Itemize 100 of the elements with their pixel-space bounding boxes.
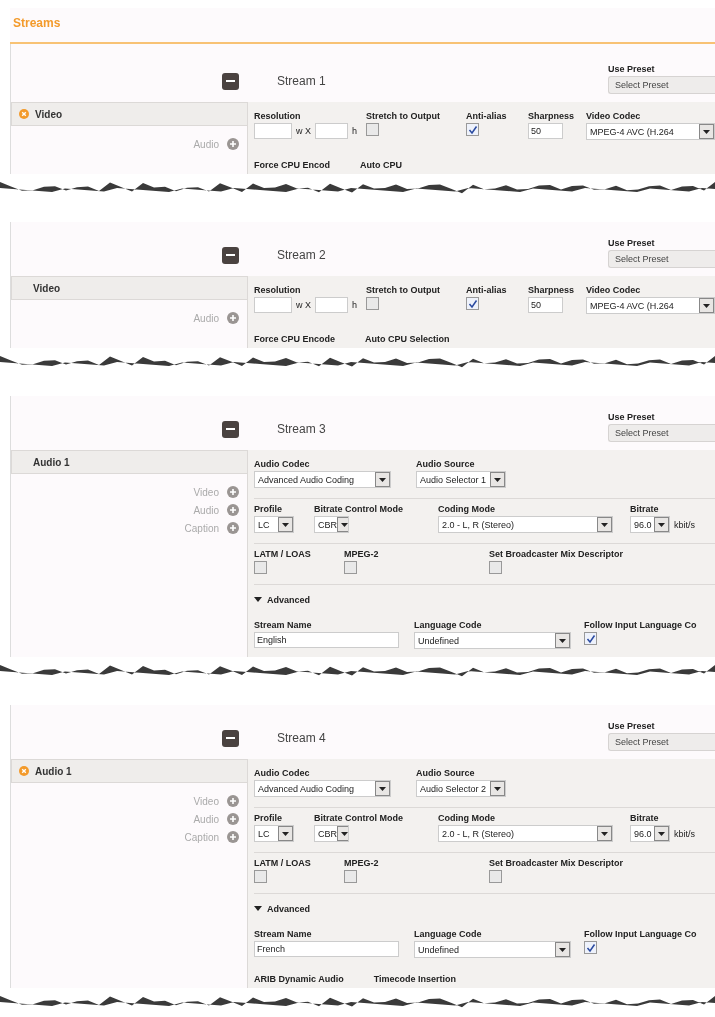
field-label: Sharpness: [528, 285, 576, 295]
stream-tab[interactable]: Audio 1: [11, 759, 247, 783]
dropdown[interactable]: Audio Selector 2: [416, 780, 506, 797]
field-label: MPEG-2: [344, 549, 380, 559]
field-label: Audio Codec: [254, 459, 311, 469]
stream-tab[interactable]: Audio 1: [11, 450, 247, 474]
dropdown[interactable]: CBR: [314, 516, 349, 533]
collapse-button[interactable]: [222, 421, 239, 438]
field-label: Bitrate: [630, 504, 660, 514]
stream-tab[interactable]: Video: [11, 276, 247, 300]
stream-tab[interactable]: Video: [11, 102, 247, 126]
checkbox[interactable]: [466, 123, 479, 136]
field-label: LATM / LOAS: [254, 858, 312, 868]
add-icon[interactable]: [227, 522, 239, 534]
checkbox[interactable]: [489, 870, 502, 883]
caret-down-icon[interactable]: [254, 597, 262, 603]
unit-label: h: [352, 126, 358, 136]
field-label: MPEG-2: [344, 858, 380, 868]
width-input[interactable]: [254, 123, 292, 139]
height-input[interactable]: [315, 297, 348, 313]
field-label: Set Broadcaster Mix Descriptor: [489, 549, 625, 559]
checkbox[interactable]: [344, 870, 357, 883]
unit-label: w X: [296, 300, 311, 310]
checkbox[interactable]: [344, 561, 357, 574]
field-label: Profile: [254, 813, 283, 823]
minus-icon: [226, 428, 235, 431]
dropdown[interactable]: 2.0 - L, R (Stereo): [438, 825, 613, 842]
field-label: Auto CPU: [360, 160, 402, 170]
dropdown[interactable]: 96.0: [630, 516, 670, 533]
field-label: Resolution: [254, 285, 302, 295]
add-icon[interactable]: [227, 813, 239, 825]
dropdown-arrow-icon[interactable]: [337, 517, 348, 532]
dropdown[interactable]: Advanced Audio Coding: [254, 471, 391, 488]
text-field[interactable]: English: [254, 632, 399, 648]
add-icon[interactable]: [227, 138, 239, 150]
section-toggle[interactable]: Advanced: [267, 595, 310, 605]
text-field[interactable]: 50: [528, 297, 563, 313]
field-label: Bitrate Control Mode: [314, 504, 404, 514]
field-label: Follow Input Language Co: [584, 929, 698, 939]
dropdown[interactable]: CBR: [314, 825, 349, 842]
height-input[interactable]: [315, 123, 348, 139]
checkbox[interactable]: [466, 297, 479, 310]
checkbox[interactable]: [489, 561, 502, 574]
dropdown[interactable]: Advanced Audio Coding: [254, 780, 391, 797]
field-label: Timecode Insertion: [373, 974, 457, 984]
dropdown[interactable]: Undefined: [414, 941, 571, 958]
dropdown-arrow-icon[interactable]: [337, 826, 348, 841]
field-label: Use Preset: [608, 412, 656, 422]
field-label: Sharpness: [528, 111, 576, 121]
checkbox[interactable]: [254, 870, 267, 883]
field-label: Audio Codec: [254, 768, 311, 778]
text-field[interactable]: French: [254, 941, 399, 957]
field-label: Force CPU Encode: [254, 334, 336, 344]
stream-title: Stream 3: [277, 422, 327, 438]
section-toggle[interactable]: Advanced: [267, 904, 310, 914]
dropdown[interactable]: 96.0: [630, 825, 670, 842]
add-icon[interactable]: [227, 831, 239, 843]
field-label: Audio Source: [416, 459, 476, 469]
preset-dropdown[interactable]: Select Preset: [608, 76, 715, 94]
preset-dropdown[interactable]: Select Preset: [608, 250, 715, 268]
add-icon[interactable]: [227, 504, 239, 516]
unit-label: kbit/s: [674, 519, 695, 530]
dropdown[interactable]: LC: [254, 825, 294, 842]
dropdown[interactable]: 2.0 - L, R (Stereo): [438, 516, 613, 533]
dropdown[interactable]: MPEG-4 AVC (H.264: [586, 123, 715, 140]
width-input[interactable]: [254, 297, 292, 313]
field-label: Use Preset: [608, 721, 656, 731]
field-label: Resolution: [254, 111, 302, 121]
checkbox[interactable]: [254, 561, 267, 574]
checkbox[interactable]: [584, 941, 597, 954]
field-label: Video Codec: [586, 285, 642, 295]
checkbox[interactable]: [366, 297, 379, 310]
field-label: Coding Mode: [438, 504, 496, 514]
stream-title: Stream 1: [277, 74, 327, 90]
dropdown[interactable]: Audio Selector 1: [416, 471, 506, 488]
collapse-button[interactable]: [222, 247, 239, 264]
preset-dropdown[interactable]: Select Preset: [608, 424, 715, 442]
dropdown[interactable]: LC: [254, 516, 294, 533]
dropdown[interactable]: Undefined: [414, 632, 571, 649]
stream-title: Stream 2: [277, 248, 327, 264]
field-label: Video Codec: [586, 111, 642, 121]
collapse-button[interactable]: [222, 73, 239, 90]
field-label: Bitrate Control Mode: [314, 813, 404, 823]
field-label: Force CPU Encod: [254, 160, 330, 170]
add-icon[interactable]: [227, 486, 239, 498]
field-label: Use Preset: [608, 64, 656, 74]
field-label: Use Preset: [608, 238, 656, 248]
collapse-button[interactable]: [222, 730, 239, 747]
caret-down-icon[interactable]: [254, 906, 262, 912]
add-icon[interactable]: [227, 312, 239, 324]
checkbox[interactable]: [584, 632, 597, 645]
checkbox[interactable]: [366, 123, 379, 136]
field-label: ARIB Dynamic Audio: [254, 974, 344, 984]
add-icon[interactable]: [227, 795, 239, 807]
minus-icon: [226, 80, 235, 83]
text-field[interactable]: 50: [528, 123, 563, 139]
unit-label: w X: [296, 126, 311, 136]
dropdown[interactable]: MPEG-4 AVC (H.264: [586, 297, 715, 314]
field-label: Language Code: [414, 620, 483, 630]
preset-dropdown[interactable]: Select Preset: [608, 733, 715, 751]
